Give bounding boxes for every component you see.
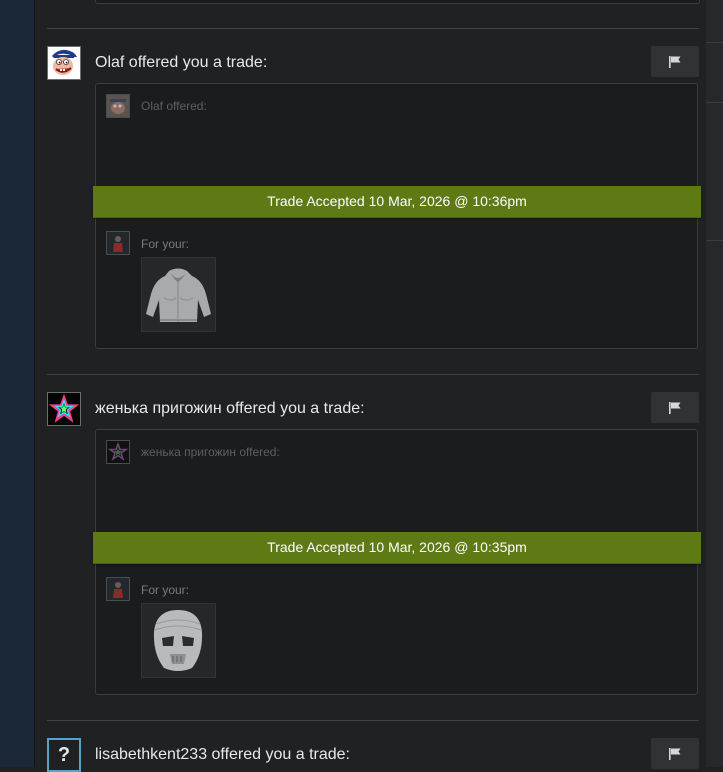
sidebar-divider (34, 0, 35, 767)
trade-2-for-label: For your: (141, 583, 190, 597)
trade-3-headline: lisabethkent233 offered you a trade: (95, 746, 350, 763)
right-side-panel (706, 0, 723, 767)
trade-2-user-avatar[interactable] (47, 392, 81, 426)
rainbow-star-avatar-icon (107, 441, 129, 463)
flag-icon (669, 401, 681, 414)
trade-1-headline: Olaf offered you a trade: (95, 54, 268, 71)
left-sidebar-panel (0, 0, 34, 767)
hockey-mask-icon (153, 610, 203, 671)
trade-3-report-button[interactable] (651, 738, 699, 769)
rainbow-star-avatar-icon (48, 393, 80, 425)
trade-separator (47, 374, 699, 375)
trade-separator (47, 720, 699, 721)
flag-icon (669, 55, 681, 68)
trade-1-report-button[interactable] (651, 46, 699, 77)
trade-2-item-tile[interactable] (141, 603, 216, 678)
trade-2-report-button[interactable] (651, 392, 699, 423)
question-mark-avatar-icon: ? (57, 744, 71, 766)
right-panel-segment (706, 102, 723, 241)
trade-2-headline: женька пригожин offered you a trade: (95, 400, 365, 417)
your-mini-avatar[interactable] (106, 577, 130, 601)
trade-1-user-avatar[interactable] (47, 46, 81, 80)
right-panel-segment (706, 42, 723, 103)
flag-icon (669, 747, 681, 760)
trade-2-offered-label: женька пригожин offered: (141, 445, 280, 459)
hoodie-icon (146, 268, 211, 322)
trade-1-item-tile[interactable] (141, 257, 216, 332)
your-mini-avatar[interactable] (106, 231, 130, 255)
cartoon-face-avatar-icon (107, 95, 129, 117)
trade-2-status-banner: Trade Accepted 10 Mar, 2026 @ 10:35pm (93, 532, 701, 564)
trade-1-for-label: For your: (141, 237, 190, 251)
user-avatar-icon (107, 232, 129, 254)
user-avatar-icon (107, 578, 129, 600)
trade-1-status-banner: Trade Accepted 10 Mar, 2026 @ 10:36pm (93, 186, 701, 218)
previous-trade-box (95, 0, 700, 4)
trade-1-offered-label: Olaf offered: (141, 99, 207, 113)
trade-separator (47, 28, 699, 29)
right-panel-segment (706, 0, 723, 43)
trade-1-offerer-mini-avatar[interactable] (106, 94, 130, 118)
cartoon-face-avatar-icon (48, 47, 80, 79)
trade-2-offerer-mini-avatar[interactable] (106, 440, 130, 464)
